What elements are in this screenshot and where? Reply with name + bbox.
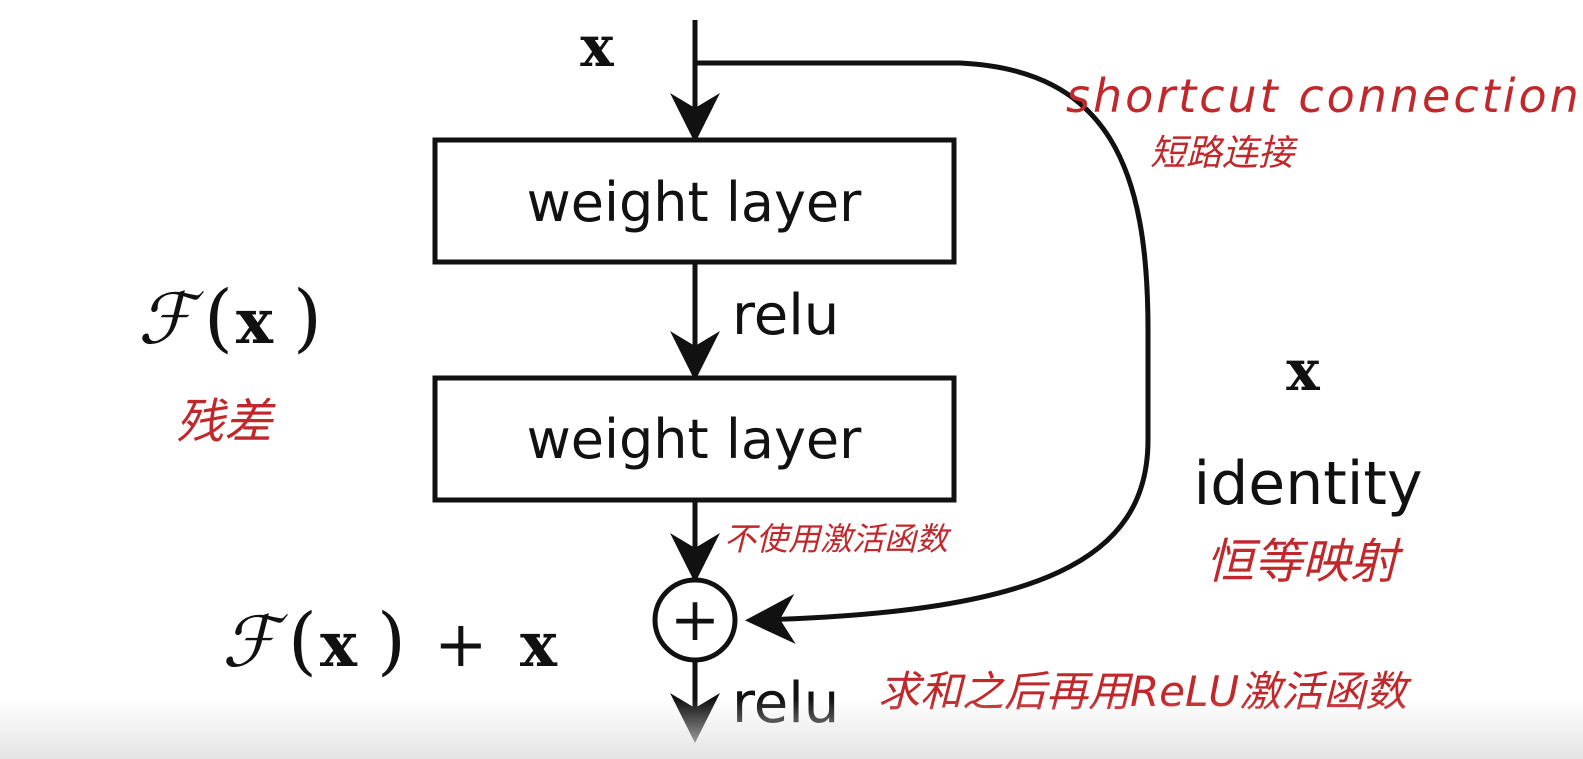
sum-plus-symbol: +	[670, 585, 720, 655]
weight-layer-2-label: weight layer	[527, 408, 863, 471]
output-open-paren: (	[288, 598, 317, 684]
residual-F-symbol: ℱ	[138, 278, 204, 360]
residual-open-paren: (	[204, 275, 233, 361]
residual-block-diagram: x weight layer relu weight layer + relu …	[138, 14, 1582, 743]
output-expression-label: ℱ ( x ) + x	[222, 598, 558, 684]
residual-close-paren: )	[293, 275, 322, 361]
note-shortcut-en: shortcut connection	[1066, 69, 1582, 123]
residual-x-symbol: x	[236, 285, 274, 358]
relu-out-label: relu	[732, 671, 839, 736]
note-shortcut-zh: 短路连接	[1150, 133, 1298, 174]
note-no-activation: 不使用激活函数	[724, 520, 952, 558]
note-identity-zh: 恒等映射	[1206, 534, 1404, 590]
identity-x-label: x	[1286, 338, 1320, 404]
identity-label: identity	[1194, 449, 1423, 519]
weight-layer-1-label: weight layer	[527, 171, 863, 234]
relu-mid-label: relu	[732, 283, 839, 348]
output-close-paren: )	[377, 598, 406, 684]
output-x-symbol: x	[320, 608, 358, 681]
output-x2-symbol: x	[520, 608, 558, 681]
input-x-label: x	[580, 14, 614, 80]
output-plus-sign: +	[434, 608, 488, 682]
output-F-symbol: ℱ	[222, 601, 288, 683]
residual-function-label: ℱ ( x )	[138, 275, 322, 361]
note-residual-zh: 残差	[176, 394, 276, 450]
note-sum-relu: 求和之后再用ReLU激活函数	[878, 667, 1412, 716]
